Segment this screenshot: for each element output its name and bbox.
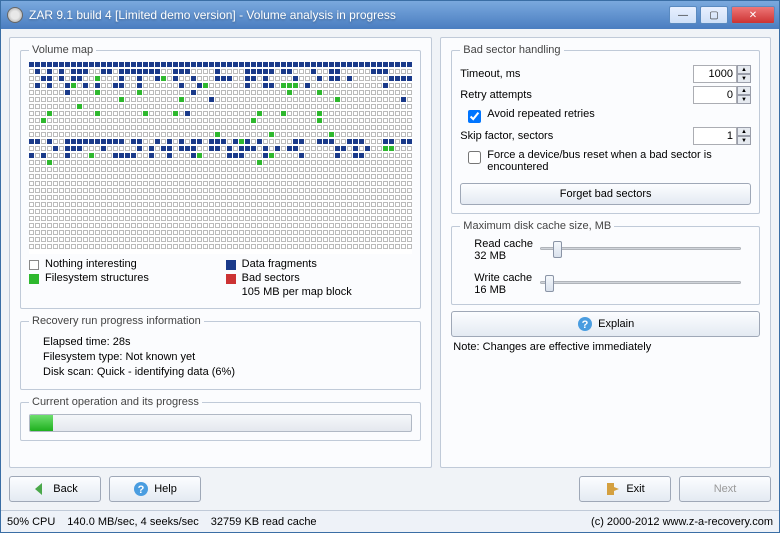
- skip-up[interactable]: ▲: [737, 127, 751, 136]
- legend-label-fs: Filesystem structures: [45, 272, 149, 284]
- avoid-checkbox[interactable]: [468, 110, 481, 123]
- help-icon: ?: [577, 316, 593, 332]
- exit-icon: [605, 481, 621, 497]
- help-icon: ?: [133, 481, 149, 497]
- changes-note: Note: Changes are effective immediately: [453, 341, 760, 353]
- skip-input[interactable]: [693, 127, 737, 145]
- help-button[interactable]: ? Help: [109, 476, 201, 502]
- forget-bad-sectors-button[interactable]: Forget bad sectors: [460, 183, 751, 205]
- write-cache-label: Write cache: [474, 272, 540, 284]
- next-button[interactable]: Next: [679, 476, 771, 502]
- titlebar[interactable]: ZAR 9.1 build 4 [Limited demo version] -…: [1, 1, 779, 29]
- retry-label: Retry attempts: [460, 89, 687, 101]
- client-area: Volume map Nothing interesting Filesyste…: [1, 29, 779, 510]
- window-title: ZAR 9.1 build 4 [Limited demo version] -…: [29, 8, 669, 22]
- svg-text:?: ?: [582, 319, 589, 331]
- progress-bar: [29, 414, 412, 432]
- skip-spinner[interactable]: ▲▼: [693, 127, 751, 145]
- swatch-bad: [226, 274, 236, 284]
- timeout-spinner[interactable]: ▲▼: [693, 65, 751, 83]
- current-op-legend-label: Current operation and its progress: [29, 396, 202, 408]
- legend-label-data: Data fragments: [242, 258, 317, 270]
- status-io: 140.0 MB/sec, 4 seeks/sec: [67, 516, 198, 528]
- swatch-nothing: [29, 260, 39, 270]
- back-arrow-icon: [32, 481, 48, 497]
- status-bar: 50% CPU 140.0 MB/sec, 4 seeks/sec 32759 …: [1, 510, 779, 532]
- back-button[interactable]: Back: [9, 476, 101, 502]
- status-copyright: (c) 2000-2012 www.z-a-recovery.com: [591, 516, 773, 528]
- exit-button[interactable]: Exit: [579, 476, 671, 502]
- button-row: Back ? Help Exit Next: [9, 476, 771, 502]
- retry-input[interactable]: [693, 86, 737, 104]
- app-icon: [7, 7, 23, 23]
- volume-map-group: Volume map Nothing interesting Filesyste…: [20, 44, 421, 309]
- legend-label-bad: Bad sectors: [242, 272, 300, 284]
- cache-legend-label: Maximum disk cache size, MB: [460, 220, 614, 232]
- right-panel: Bad sector handling Timeout, ms ▲▼ Retry…: [440, 37, 771, 468]
- write-cache-value: 16 MB: [474, 284, 540, 296]
- retry-down[interactable]: ▼: [737, 95, 751, 104]
- volume-map: [29, 62, 412, 254]
- legend-label-nothing: Nothing interesting: [45, 258, 137, 270]
- write-cache-slider[interactable]: [540, 272, 741, 292]
- recovery-legend-label: Recovery run progress information: [29, 315, 204, 327]
- bad-sector-group: Bad sector handling Timeout, ms ▲▼ Retry…: [451, 44, 760, 214]
- volume-map-legend-label: Volume map: [29, 44, 96, 56]
- bad-sector-legend-label: Bad sector handling: [460, 44, 563, 56]
- timeout-input[interactable]: [693, 65, 737, 83]
- legend-label-block: 105 MB per map block: [242, 286, 352, 298]
- status-cpu: 50% CPU: [7, 516, 55, 528]
- progress-fill: [30, 415, 53, 431]
- explain-button[interactable]: ? Explain: [451, 311, 760, 337]
- swatch-data: [226, 260, 236, 270]
- force-checkbox[interactable]: [468, 151, 481, 164]
- svg-text:?: ?: [138, 484, 145, 496]
- disk-scan-value: Quick - identifying data (6%): [97, 366, 235, 378]
- left-panel: Volume map Nothing interesting Filesyste…: [9, 37, 432, 468]
- close-button[interactable]: ✕: [731, 6, 775, 24]
- retry-spinner[interactable]: ▲▼: [693, 86, 751, 104]
- cache-group: Maximum disk cache size, MB Read cache 3…: [451, 220, 760, 305]
- read-cache-value: 32 MB: [474, 250, 540, 262]
- swatch-fs: [29, 274, 39, 284]
- elapsed-time-value: 28s: [113, 336, 131, 348]
- skip-down[interactable]: ▼: [737, 136, 751, 145]
- avoid-label[interactable]: Avoid repeated retries: [487, 108, 594, 120]
- read-cache-slider[interactable]: [540, 238, 741, 258]
- skip-label: Skip factor, sectors: [460, 130, 687, 142]
- timeout-up[interactable]: ▲: [737, 65, 751, 74]
- retry-up[interactable]: ▲: [737, 86, 751, 95]
- timeout-down[interactable]: ▼: [737, 74, 751, 83]
- status-cache: 32759 KB read cache: [211, 516, 317, 528]
- timeout-label: Timeout, ms: [460, 68, 687, 80]
- maximize-button[interactable]: ▢: [700, 6, 728, 24]
- main-window: ZAR 9.1 build 4 [Limited demo version] -…: [0, 0, 780, 533]
- read-cache-label: Read cache: [474, 238, 540, 250]
- minimize-button[interactable]: —: [669, 6, 697, 24]
- fs-type-value: Not known yet: [126, 351, 196, 363]
- force-label[interactable]: Force a device/bus reset when a bad sect…: [487, 149, 751, 173]
- recovery-info-group: Recovery run progress information Elapse…: [20, 315, 421, 390]
- current-op-group: Current operation and its progress: [20, 396, 421, 441]
